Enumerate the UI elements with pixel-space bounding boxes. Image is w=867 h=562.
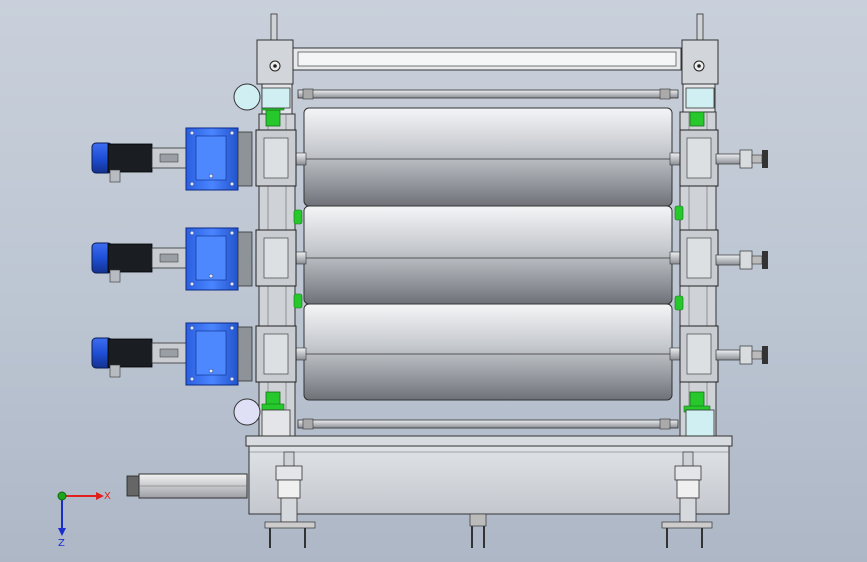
gearbox-bolt (189, 181, 195, 187)
x-axis-label: X (104, 491, 111, 502)
gearbox-bolt (229, 130, 235, 136)
gearbox-bolt (189, 230, 195, 236)
adjusting-screw-middle (715, 250, 768, 270)
machine-base (245, 435, 733, 515)
gearbox-cover (195, 330, 227, 376)
right-bearing-housings (679, 129, 719, 383)
motor-terminal-box (109, 169, 121, 183)
gearbox-bolt (208, 273, 214, 279)
gearbox-flange (237, 231, 253, 287)
gearbox-bolt (229, 281, 235, 287)
adjusting-screw-bottom (715, 345, 768, 365)
z-axis-label: Z (58, 538, 65, 549)
drive-units (91, 127, 253, 386)
adjusting-screw-top (715, 149, 768, 169)
middle-roller (303, 205, 673, 305)
top-cross-beam (292, 47, 682, 71)
gearbox-bolt (229, 325, 235, 331)
top-roller (303, 107, 673, 207)
gearbox-bolt (189, 130, 195, 136)
upper-tie-rod (297, 88, 679, 100)
coupling-shaft (159, 348, 179, 358)
gearbox-bolt (229, 181, 235, 187)
gearbox-bolt (229, 376, 235, 382)
motor-body (107, 243, 153, 273)
bottom-handwheel (233, 398, 261, 426)
coupling-shaft (159, 153, 179, 163)
middle-drive (91, 227, 253, 291)
cad-viewport[interactable]: X Z (0, 0, 867, 562)
gearbox-bolt (189, 325, 195, 331)
top-drive (91, 127, 253, 191)
motor-body (107, 338, 153, 368)
gearbox-bolt (229, 230, 235, 236)
bottom-drive (91, 322, 253, 386)
hydraulic-cylinder (126, 473, 248, 499)
gearbox-bolt (208, 368, 214, 374)
gearbox-flange (237, 326, 253, 382)
left-bearing-housings (255, 129, 297, 383)
coupling-shaft (159, 253, 179, 263)
motor-body (107, 143, 153, 173)
three-roll-machine-drawing: X Z (57, 13, 768, 549)
gearbox-bolt (189, 281, 195, 287)
motor-terminal-box (109, 269, 121, 283)
y-axis-dot (57, 491, 67, 501)
center-base-foot (469, 513, 487, 548)
gearbox-bolt (189, 376, 195, 382)
top-handwheel (233, 83, 261, 111)
gearbox-cover (195, 235, 227, 281)
lower-tie-rod (297, 418, 679, 430)
gearbox-bolt (208, 173, 214, 179)
motor-terminal-box (109, 364, 121, 378)
coordinate-triad: X Z (57, 491, 111, 549)
right-adjusting-screws (715, 149, 768, 365)
gearbox-flange (237, 131, 253, 187)
gearbox-cover (195, 135, 227, 181)
bottom-roller (303, 303, 673, 401)
